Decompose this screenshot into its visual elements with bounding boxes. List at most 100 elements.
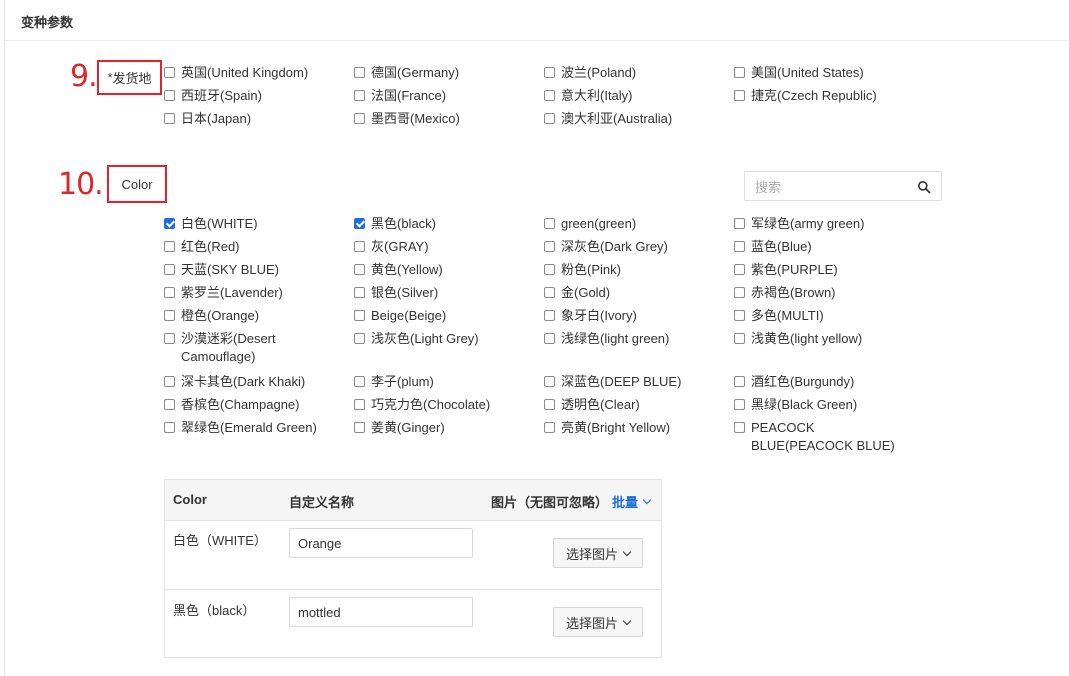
checkbox[interactable] — [164, 376, 175, 387]
checkbox[interactable] — [164, 67, 175, 78]
checkbox[interactable] — [354, 310, 365, 321]
checkbox-option[interactable]: 深灰色(Dark Grey) — [544, 238, 724, 256]
checkbox[interactable] — [164, 310, 175, 321]
checkbox[interactable] — [164, 287, 175, 298]
checkbox-option[interactable]: 英国(United Kingdom) — [164, 64, 344, 82]
checkbox-option[interactable]: 黑绿(Black Green) — [734, 396, 914, 414]
checkbox[interactable] — [354, 376, 365, 387]
checkbox[interactable] — [544, 422, 555, 433]
checkbox[interactable] — [164, 218, 175, 229]
checkbox[interactable] — [164, 333, 175, 344]
checkbox-option[interactable]: 西班牙(Spain) — [164, 87, 344, 105]
checkbox-option[interactable]: 捷克(Czech Republic) — [734, 87, 914, 105]
checkbox-option[interactable]: 金(Gold) — [544, 284, 724, 302]
checkbox[interactable] — [734, 264, 745, 275]
color-search-box[interactable] — [744, 171, 942, 201]
checkbox[interactable] — [354, 287, 365, 298]
checkbox[interactable] — [354, 90, 365, 101]
checkbox[interactable] — [354, 399, 365, 410]
checkbox-option[interactable]: 日本(Japan) — [164, 110, 344, 128]
checkbox[interactable] — [734, 310, 745, 321]
checkbox[interactable] — [354, 264, 365, 275]
checkbox[interactable] — [734, 376, 745, 387]
checkbox[interactable] — [734, 218, 745, 229]
checkbox-option[interactable]: 浅灰色(Light Grey) — [354, 330, 534, 348]
checkbox-option[interactable]: 黑色(black) — [354, 215, 534, 233]
checkbox[interactable] — [544, 287, 555, 298]
checkbox-option[interactable]: 亮黄(Bright Yellow) — [544, 419, 724, 437]
checkbox-option[interactable]: PEACOCK BLUE(PEACOCK BLUE) — [734, 419, 914, 455]
checkbox-option[interactable]: 灰(GRAY) — [354, 238, 534, 256]
checkbox[interactable] — [734, 399, 745, 410]
bulk-dropdown[interactable]: 批量 — [612, 492, 652, 511]
checkbox[interactable] — [544, 376, 555, 387]
checkbox-option[interactable]: 美国(United States) — [734, 64, 914, 82]
checkbox-option[interactable]: 赤褐色(Brown) — [734, 284, 914, 302]
checkbox[interactable] — [354, 67, 365, 78]
checkbox[interactable] — [164, 241, 175, 252]
checkbox[interactable] — [544, 67, 555, 78]
checkbox-option[interactable]: 粉色(Pink) — [544, 261, 724, 279]
checkbox-option[interactable]: 翠绿色(Emerald Green) — [164, 419, 344, 437]
checkbox-option[interactable]: 沙漠迷彩(Desert Camouflage) — [164, 330, 344, 366]
checkbox[interactable] — [734, 90, 745, 101]
checkbox-option[interactable]: 蓝色(Blue) — [734, 238, 914, 256]
checkbox[interactable] — [544, 241, 555, 252]
checkbox[interactable] — [354, 241, 365, 252]
checkbox-option[interactable]: 浅绿色(light green) — [544, 330, 724, 348]
select-image-button[interactable]: 选择图片 — [553, 538, 643, 568]
checkbox-option[interactable]: 深蓝色(DEEP BLUE) — [544, 373, 724, 391]
checkbox[interactable] — [734, 333, 745, 344]
custom-name-input[interactable] — [289, 597, 473, 627]
checkbox-option[interactable]: 透明色(Clear) — [544, 396, 724, 414]
search-icon[interactable] — [917, 180, 931, 194]
checkbox-option[interactable]: 紫罗兰(Lavender) — [164, 284, 344, 302]
checkbox[interactable] — [544, 310, 555, 321]
checkbox-option[interactable]: 紫色(PURPLE) — [734, 261, 914, 279]
checkbox[interactable] — [164, 422, 175, 433]
checkbox-option[interactable]: 澳大利亚(Australia) — [544, 110, 724, 128]
checkbox-option[interactable]: 深卡其色(Dark Khaki) — [164, 373, 344, 391]
checkbox-option[interactable]: 黄色(Yellow) — [354, 261, 534, 279]
checkbox-option[interactable]: 橙色(Orange) — [164, 307, 344, 325]
checkbox-option[interactable]: 姜黄(Ginger) — [354, 419, 534, 437]
checkbox-option[interactable]: Beige(Beige) — [354, 307, 534, 325]
checkbox[interactable] — [354, 113, 365, 124]
checkbox[interactable] — [734, 241, 745, 252]
checkbox[interactable] — [354, 218, 365, 229]
checkbox-option[interactable]: 李子(plum) — [354, 373, 534, 391]
checkbox-option[interactable]: 红色(Red) — [164, 238, 344, 256]
checkbox[interactable] — [544, 90, 555, 101]
checkbox-option[interactable]: 香槟色(Champagne) — [164, 396, 344, 414]
checkbox[interactable] — [354, 422, 365, 433]
checkbox[interactable] — [354, 333, 365, 344]
checkbox-option[interactable]: green(green) — [544, 215, 724, 233]
checkbox-option[interactable]: 意大利(Italy) — [544, 87, 724, 105]
checkbox-option[interactable]: 白色(WHITE) — [164, 215, 344, 233]
checkbox-option[interactable]: 天蓝(SKY BLUE) — [164, 261, 344, 279]
checkbox-option[interactable]: 多色(MULTI) — [734, 307, 914, 325]
checkbox[interactable] — [544, 218, 555, 229]
checkbox-option[interactable]: 象牙白(Ivory) — [544, 307, 724, 325]
checkbox[interactable] — [734, 287, 745, 298]
checkbox[interactable] — [544, 113, 555, 124]
checkbox[interactable] — [734, 422, 745, 433]
checkbox-option[interactable]: 军绿色(army green) — [734, 215, 914, 233]
checkbox-option[interactable]: 酒红色(Burgundy) — [734, 373, 914, 391]
checkbox[interactable] — [544, 399, 555, 410]
checkbox[interactable] — [164, 264, 175, 275]
color-search-input[interactable] — [753, 173, 917, 201]
select-image-button[interactable]: 选择图片 — [553, 607, 643, 637]
checkbox[interactable] — [544, 333, 555, 344]
custom-name-input[interactable] — [289, 528, 473, 558]
checkbox-option[interactable]: 墨西哥(Mexico) — [354, 110, 534, 128]
checkbox[interactable] — [164, 399, 175, 410]
checkbox[interactable] — [164, 90, 175, 101]
checkbox-option[interactable]: 德国(Germany) — [354, 64, 534, 82]
checkbox-option[interactable]: 浅黄色(light yellow) — [734, 330, 914, 348]
checkbox-option[interactable]: 法国(France) — [354, 87, 534, 105]
checkbox[interactable] — [164, 113, 175, 124]
checkbox-option[interactable]: 银色(Silver) — [354, 284, 534, 302]
checkbox[interactable] — [734, 67, 745, 78]
checkbox-option[interactable]: 波兰(Poland) — [544, 64, 724, 82]
